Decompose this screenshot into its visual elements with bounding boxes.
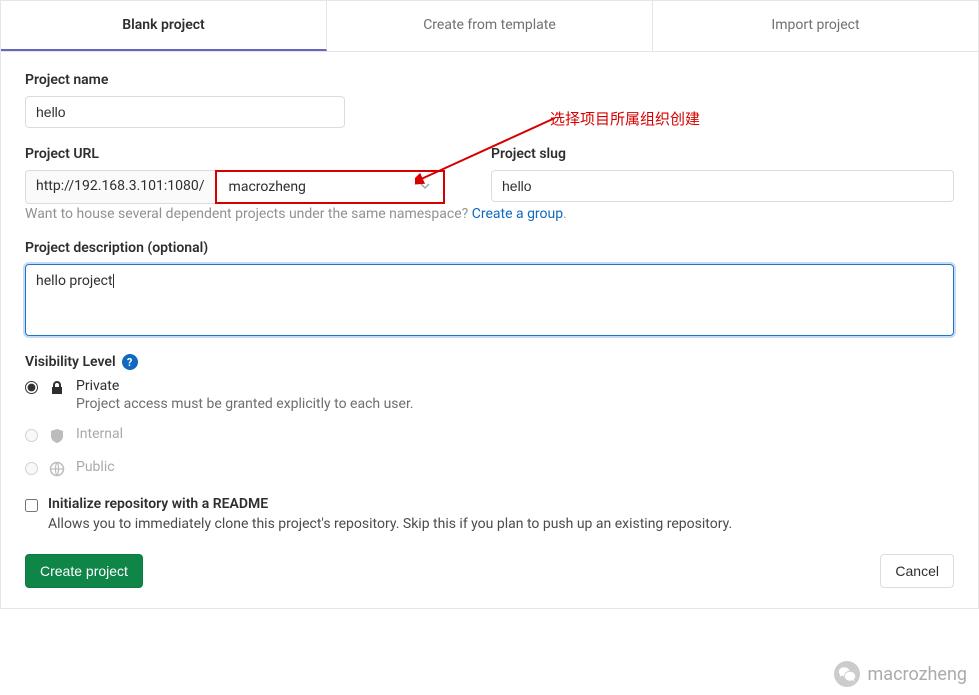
lock-icon [48,379,66,397]
globe-icon [48,460,66,478]
internal-title: Internal [76,426,123,442]
tabs: Blank project Create from template Impor… [1,1,978,52]
namespace-selector[interactable]: macrozheng [215,170,445,204]
radio-internal [25,429,38,442]
tab-import-project[interactable]: Import project [653,1,978,51]
shield-icon [48,427,66,445]
radio-private[interactable] [25,381,38,394]
namespace-help-text: Want to house several dependent projects… [25,206,954,222]
project-description-input[interactable]: hello project [25,264,954,336]
annotation-text: 选择项目所属组织创建 [550,108,700,129]
wechat-icon [834,661,860,687]
help-icon[interactable]: ? [122,354,138,370]
public-title: Public [76,459,115,475]
chevron-down-icon [419,180,431,195]
tab-blank-project[interactable]: Blank project [1,1,327,51]
visibility-level-label: Visibility Level [25,354,116,370]
create-group-link[interactable]: Create a group [472,206,563,222]
cancel-button[interactable]: Cancel [880,554,954,588]
create-project-button[interactable]: Create project [25,554,143,588]
project-slug-label: Project slug [491,146,954,162]
tab-create-from-template[interactable]: Create from template [327,1,653,51]
init-readme-sub: Allows you to immediately clone this pro… [48,516,732,532]
project-url-prefix: http://192.168.3.101:1080/ [25,170,215,204]
radio-public [25,462,38,475]
watermark: macrozheng [834,661,967,687]
project-name-input[interactable] [25,96,345,128]
project-name-label: Project name [25,72,954,88]
init-readme-checkbox[interactable] [25,499,38,512]
private-title: Private [76,378,414,394]
namespace-selected-value: macrozheng [229,179,306,195]
project-url-label: Project URL [25,146,455,162]
private-sub: Project access must be granted explicitl… [76,396,414,412]
init-readme-title: Initialize repository with a README [48,496,732,512]
project-slug-input[interactable] [491,170,954,202]
project-description-label: Project description (optional) [25,240,954,256]
